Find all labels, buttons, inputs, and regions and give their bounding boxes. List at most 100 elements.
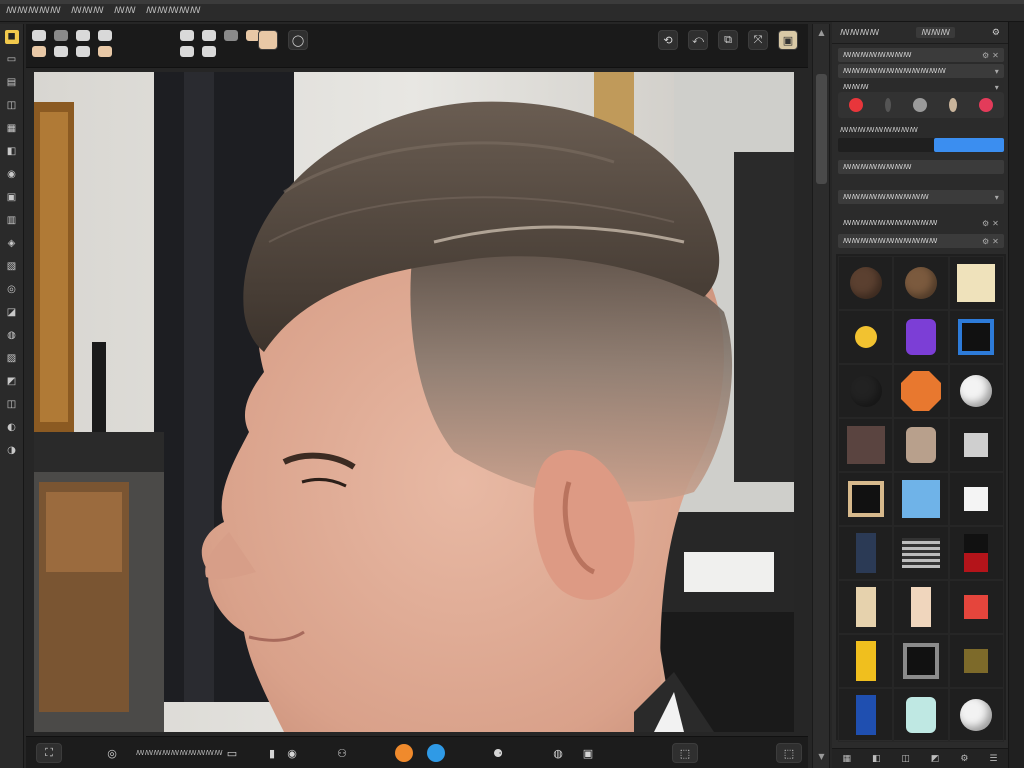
preset-chip[interactable]	[54, 46, 68, 57]
tool-brush-icon[interactable]: ◉	[5, 168, 19, 182]
swatch-gray[interactable]	[913, 98, 927, 112]
tool-crop-icon[interactable]: ◫	[5, 99, 19, 113]
preview-button[interactable]: ▣	[778, 30, 798, 50]
preset-chip[interactable]	[180, 46, 194, 57]
tool-color-icon[interactable]: ◑	[5, 444, 19, 458]
asset-tile[interactable]	[838, 526, 894, 580]
asset-tile[interactable]	[838, 364, 894, 418]
prop-row-actions[interactable]: ⚙ ✕	[982, 219, 999, 228]
asset-tile[interactable]	[948, 688, 1004, 742]
canvas-scrollbar[interactable]: ▲ ▼	[812, 24, 830, 768]
footer-frame-icon[interactable]: ◫	[901, 754, 910, 764]
chevron-down-icon[interactable]: ▾	[995, 193, 999, 202]
footer-split-icon[interactable]: ◩	[931, 754, 940, 764]
prop-row-layer[interactable]: ꟿꟿꟿꟿꟿꟿꟿꟿ ⚙ ✕	[838, 48, 1004, 62]
panel-badge[interactable]: ꟿꟿꟿ	[916, 27, 956, 38]
asset-tile[interactable]	[948, 634, 1004, 688]
settings-button[interactable]: ⬚	[776, 743, 802, 763]
asset-tile[interactable]	[893, 472, 949, 526]
preset-chip[interactable]	[180, 30, 194, 41]
menu-item-file[interactable]: ꟿꟿꟿꟿꟿ	[6, 6, 61, 16]
panel-settings-icon[interactable]: ⚙	[992, 28, 1000, 38]
tool-zoom-icon[interactable]: ◐	[5, 421, 19, 435]
image-canvas[interactable]	[34, 72, 794, 732]
tool-marquee-icon[interactable]: ▭	[5, 53, 19, 67]
asset-tile[interactable]	[893, 310, 949, 364]
face-detect-button[interactable]: ◎	[102, 743, 122, 763]
compare-button[interactable]: ▭	[222, 743, 242, 763]
asset-tile[interactable]	[838, 256, 894, 310]
asset-tile[interactable]	[948, 310, 1004, 364]
prop-row-volume[interactable]: ꟿꟿꟿꟿꟿꟿꟿꟿꟿꟿꟿ ⚙ ✕	[838, 234, 1004, 248]
preset-chip[interactable]	[224, 30, 238, 41]
chevron-down-icon[interactable]: ▾	[995, 67, 999, 76]
menu-item-view[interactable]: ꟿꟿ	[114, 6, 136, 16]
tool-shape-icon[interactable]: ◩	[5, 375, 19, 389]
preset-chip[interactable]	[54, 30, 68, 41]
prop-row-actions[interactable]: ⚙ ✕	[982, 237, 999, 246]
prop-row-actions[interactable]: ⚙ ✕	[982, 51, 999, 60]
prop-row-length[interactable]: ꟿꟿꟿꟿꟿꟿꟿꟿꟿꟿꟿ ⚙ ✕	[838, 216, 1004, 230]
fit-view-button[interactable]: ⛶	[36, 743, 62, 763]
preset-chip[interactable]	[98, 46, 112, 57]
portrait-button[interactable]: ◍	[548, 743, 568, 763]
preset-chip[interactable]	[202, 30, 216, 41]
tool-path-icon[interactable]: ▨	[5, 352, 19, 366]
swatch-pink[interactable]	[979, 98, 993, 112]
asset-tile[interactable]	[893, 364, 949, 418]
asset-tile[interactable]	[948, 418, 1004, 472]
asset-tile[interactable]	[893, 526, 949, 580]
split-view-button[interactable]: ▮	[262, 743, 282, 763]
asset-tile[interactable]	[893, 580, 949, 634]
scroll-thumb[interactable]	[816, 74, 827, 184]
rotate-left-button[interactable]: ⟲	[658, 30, 678, 50]
transform-button[interactable]: ⤧	[748, 30, 768, 50]
export-button[interactable]: ⬚	[672, 743, 698, 763]
tool-eraser-icon[interactable]: ▥	[5, 214, 19, 228]
toggle-mask-button[interactable]: ◯	[288, 30, 308, 50]
asset-tile[interactable]	[893, 256, 949, 310]
tone-button[interactable]: ⚇	[332, 743, 352, 763]
prop-row-style[interactable]: ꟿꟿꟿꟿꟿꟿꟿꟿꟿꟿꟿꟿ ▾	[838, 64, 1004, 78]
tool-blur-icon[interactable]: ▧	[5, 260, 19, 274]
tool-stamp-icon[interactable]: ▣	[5, 191, 19, 205]
asset-tile[interactable]	[893, 688, 949, 742]
asset-tile[interactable]	[838, 418, 894, 472]
asset-tile[interactable]	[948, 472, 1004, 526]
footer-gear-icon[interactable]: ⚙	[960, 754, 968, 764]
tool-pen-icon[interactable]: ◪	[5, 306, 19, 320]
swatch-red[interactable]	[849, 98, 863, 112]
skin-tone-button[interactable]	[258, 30, 278, 50]
asset-tile[interactable]	[948, 364, 1004, 418]
asset-tile[interactable]	[838, 472, 894, 526]
scroll-up-icon[interactable]: ▲	[816, 28, 827, 38]
swatch-charcoal[interactable]	[885, 98, 891, 112]
asset-tile[interactable]	[948, 526, 1004, 580]
intensity-slider[interactable]	[838, 138, 1004, 152]
retouch-button[interactable]: ▣	[578, 743, 598, 763]
footer-menu-icon[interactable]: ☰	[989, 754, 997, 764]
duplicate-button[interactable]: ⧉	[718, 30, 738, 50]
asset-tile[interactable]	[838, 688, 894, 742]
tool-hand-icon[interactable]: ◫	[5, 398, 19, 412]
asset-tile[interactable]	[838, 310, 894, 364]
preset-chip[interactable]	[76, 46, 90, 57]
footer-mask-icon[interactable]: ◧	[872, 754, 881, 764]
tool-select-icon[interactable]: ◼	[4, 30, 19, 44]
preset-chip[interactable]	[98, 30, 112, 41]
preset-chip[interactable]	[32, 30, 46, 41]
prop-row-texture[interactable]: ꟿꟿꟿꟿꟿꟿꟿꟿꟿꟿ ▾	[838, 190, 1004, 204]
swatch-beige[interactable]	[949, 98, 957, 112]
menu-item-edit[interactable]: ꟿꟿꟿ	[71, 6, 104, 16]
asset-tile[interactable]	[948, 256, 1004, 310]
chevron-down-icon[interactable]: ▾	[995, 83, 999, 92]
asset-tile[interactable]	[838, 580, 894, 634]
tool-grid-icon[interactable]: ▦	[5, 122, 19, 136]
blue-color-button[interactable]	[426, 743, 446, 763]
prop-row-blend[interactable]: ꟿꟿꟿꟿꟿꟿꟿꟿ	[838, 160, 1004, 174]
tool-text-icon[interactable]: ◍	[5, 329, 19, 343]
tool-layers-icon[interactable]: ▤	[5, 76, 19, 90]
tool-dodge-icon[interactable]: ◎	[5, 283, 19, 297]
overlay-button[interactable]: ◉	[282, 743, 302, 763]
preset-chip[interactable]	[32, 46, 46, 57]
